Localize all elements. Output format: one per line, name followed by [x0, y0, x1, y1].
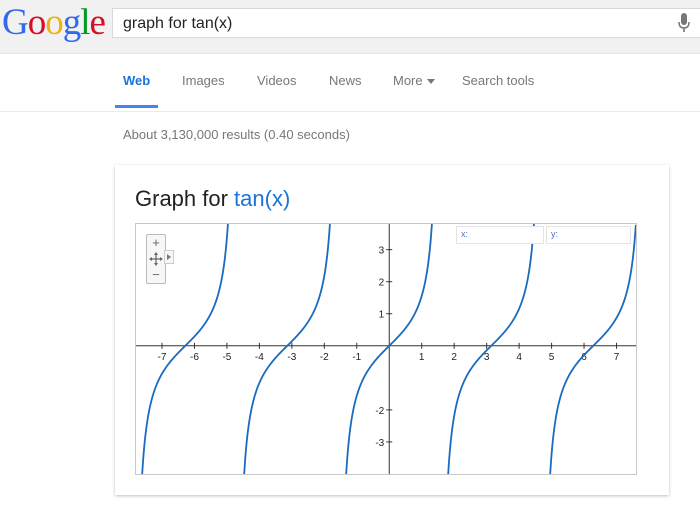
y-tick-label: 2 — [379, 278, 385, 289]
search-box[interactable] — [112, 8, 700, 38]
logo-letter: G — [2, 2, 29, 43]
logo-letter: e — [89, 2, 106, 43]
logo-letter: l — [80, 2, 90, 43]
tab-news[interactable]: News — [329, 73, 362, 88]
y-readout: y: — [546, 226, 631, 244]
tan-curve-branch — [447, 224, 535, 474]
card-title: Graph for tan(x) — [135, 186, 290, 212]
x-tick-label: -6 — [190, 352, 199, 363]
zoom-in-button[interactable]: + — [147, 235, 165, 250]
graph-controls: + − — [146, 234, 166, 284]
x-tick-label: -5 — [222, 352, 231, 363]
graph-area[interactable]: -7 -6 -5 -4 -3 -2 -1 1 2 3 4 5 6 7 -3 -2 1 2 3 x: y: + − — [135, 223, 637, 475]
card-title-prefix: Graph for — [135, 186, 235, 211]
tab-search-tools[interactable]: Search tools — [462, 73, 534, 88]
y-tick-label: 1 — [379, 310, 385, 321]
x-readout: x: — [456, 226, 544, 244]
x-tick-label: -1 — [352, 352, 361, 363]
y-tick-label: 3 — [379, 246, 385, 257]
x-tick-label: -7 — [158, 352, 167, 363]
active-tab-indicator — [115, 105, 158, 108]
top-bar: Google — [0, 0, 700, 54]
y-tick-label: -2 — [375, 406, 384, 417]
logo-letter: o — [27, 2, 46, 43]
logo-letter: o — [45, 2, 63, 43]
tab-web[interactable]: Web — [123, 73, 150, 88]
logo-letter: g — [62, 2, 81, 43]
zoom-out-button[interactable]: − — [147, 267, 165, 282]
tab-images[interactable]: Images — [182, 73, 225, 88]
caret-down-icon — [426, 79, 435, 85]
move-icon[interactable] — [147, 251, 165, 266]
y-tick-label: -3 — [375, 438, 384, 449]
x-tick-label: 4 — [516, 352, 522, 363]
card-title-function: tan(x) — [234, 186, 291, 211]
x-tick-label: -2 — [320, 352, 329, 363]
result-stats: About 3,130,000 results (0.40 seconds) — [123, 127, 350, 142]
plot-svg[interactable]: -7 -6 -5 -4 -3 -2 -1 1 2 3 4 5 6 7-3-2123 — [136, 224, 636, 474]
x-tick-label: 5 — [549, 352, 555, 363]
microphone-icon[interactable] — [678, 13, 690, 33]
tab-videos[interactable]: Videos — [257, 73, 297, 88]
google-logo[interactable]: Google — [2, 2, 106, 43]
graph-card: Graph for tan(x) -7 -6 -5 -4 -3 -2 -1 1 2 3 4 5 6 7 -3… — [115, 165, 669, 495]
x-tick-label: 2 — [451, 352, 457, 363]
tan-curve-branch — [243, 224, 331, 474]
x-tick-label: 7 — [614, 352, 620, 363]
pan-right-arrow-icon[interactable] — [164, 250, 174, 264]
search-input[interactable] — [123, 14, 663, 34]
search-tabs: Web Images Videos News More Search tools — [0, 53, 700, 112]
x-tick-label: -3 — [287, 352, 296, 363]
x-tick-label: 1 — [419, 352, 425, 363]
tan-curve-branch — [549, 224, 636, 474]
tab-more-label: More — [393, 73, 423, 88]
x-tick-label: -4 — [255, 352, 264, 363]
tab-more[interactable]: More — [393, 73, 435, 88]
